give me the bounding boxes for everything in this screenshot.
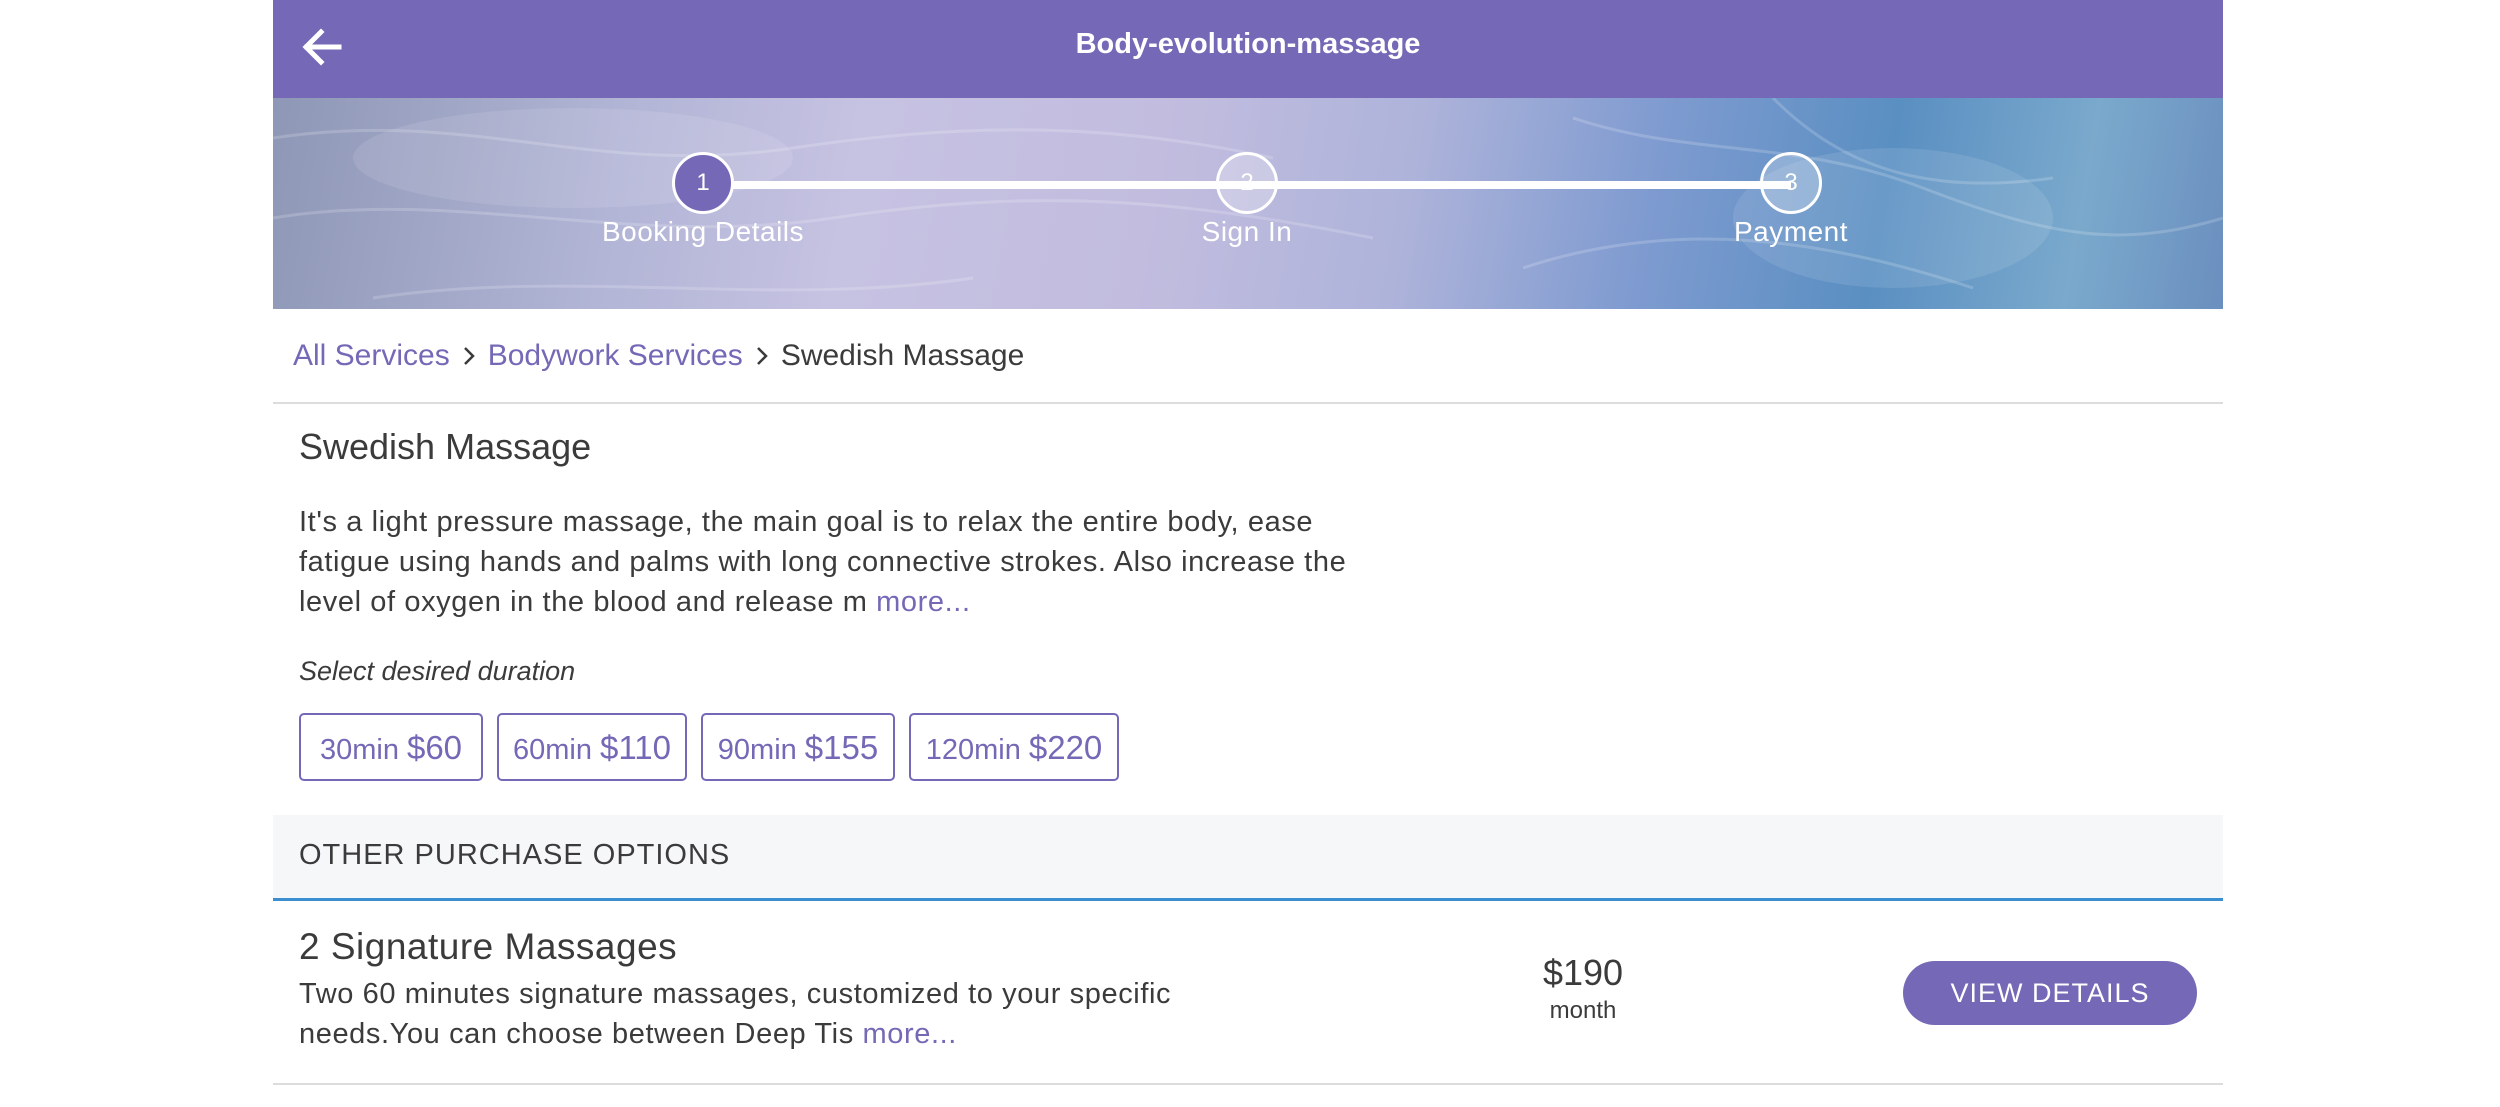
breadcrumb: All Services Bodywork Services Swedish M… [293,336,1024,376]
step-1-label: Booking Details [601,216,805,247]
other-options-header: OTHER PURCHASE OPTIONS [273,815,2223,901]
duration-minutes: 60min [513,734,593,766]
step-2-circle: 2 [1216,152,1278,214]
service-description: It's a light pressure massage, the main … [299,502,1409,622]
chevron-right-icon [450,341,488,371]
option-title: 2 Signature Massages [299,926,678,967]
duration-option-60[interactable]: 60min $110 [497,713,687,781]
duration-option-90[interactable]: 90min $155 [701,713,895,781]
option-price: $190 [1542,952,1624,993]
duration-price: $155 [804,729,879,766]
duration-minutes: 90min [717,734,797,766]
breadcrumb-all-services[interactable]: All Services [293,339,450,373]
step-1-circle: 1 [672,152,734,214]
breadcrumb-divider [273,402,2223,404]
duration-options: 30min $60 60min $110 90min $155 120min $… [299,713,1119,781]
step-2-label: Sign In [1201,216,1293,247]
duration-prompt: Select desired duration [299,656,576,686]
step-connector-2-3 [1247,181,1791,189]
duration-option-30[interactable]: 30min $60 [299,713,483,781]
step-connector-1-2 [703,181,1247,189]
step-3-circle: 3 [1760,152,1822,214]
duration-price: $110 [600,729,671,766]
breadcrumb-current: Swedish Massage [780,339,1025,372]
other-options-heading: OTHER PURCHASE OPTIONS [299,839,731,871]
progress-banner: 1 2 3 Booking Details Sign In Payment [273,98,2223,309]
header-bar: Body-evolution-massage [273,0,2223,98]
service-description-text: It's a light pressure massage, the main … [299,506,1347,618]
step-3-label: Payment [1734,216,1848,247]
duration-minutes: 30min [319,734,399,766]
option-description-text: Two 60 minutes signature massages, custo… [299,978,1172,1050]
booking-page: Body-evolution-massage 1 2 3 Booking Det… [273,0,2223,1107]
option-period: month [1549,997,1617,1024]
duration-price: $60 [406,729,463,766]
duration-price: $220 [1028,729,1103,766]
service-title: Swedish Massage [299,426,592,467]
service-more-link[interactable]: more... [876,586,970,618]
chevron-right-icon [743,341,781,371]
duration-option-120[interactable]: 120min $220 [909,713,1119,781]
breadcrumb-bodywork-services[interactable]: Bodywork Services [488,339,743,373]
view-details-button[interactable]: VIEW DETAILS [1903,961,2197,1025]
option-divider [273,1083,2223,1085]
duration-minutes: 120min [925,734,1021,766]
page-title: Body-evolution-massage [1075,28,1421,60]
option-description: Two 60 minutes signature massages, custo… [299,974,1259,1054]
option-more-link[interactable]: more... [862,1018,956,1050]
